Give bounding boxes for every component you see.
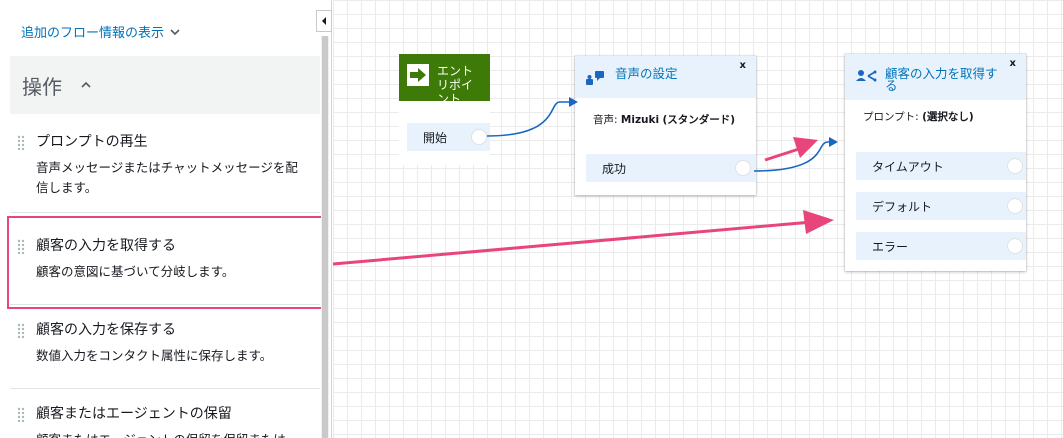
set-voice-node[interactable]: 音声の設定 x 音声: Mizuki (スタンダード) 成功 [575, 56, 756, 195]
chevron-down-icon [170, 28, 180, 35]
drag-handle-icon[interactable] [17, 135, 25, 151]
drag-handle-icon[interactable] [17, 323, 25, 339]
branch-label: エラー [872, 239, 909, 254]
close-icon[interactable]: x [1010, 58, 1016, 69]
node-title-line: る [885, 78, 898, 93]
node-header: 顧客の入力を取得す る x [845, 54, 1026, 100]
entry-point-body: 開始 [399, 101, 490, 165]
flow-info-toggle[interactable]: 追加のフロー情報の表示 [21, 22, 180, 41]
section-header-actions[interactable]: 操作 [10, 56, 320, 114]
voice-settings-icon [586, 71, 604, 85]
voice-engine: (スタンダード) [662, 114, 736, 126]
block-title: プロンプトの再生 [36, 134, 148, 150]
entry-point-node[interactable]: エントリポイント 開始 [399, 54, 490, 165]
branch-label: タイムアウト [872, 159, 944, 174]
collapse-panel-button[interactable] [316, 10, 332, 32]
block-store-customer-input[interactable]: 顧客の入力を保存する 数値入力をコンタクト属性に保存します。 [10, 321, 320, 367]
node-title: 音声の設定 [615, 66, 678, 81]
output-port[interactable] [1007, 238, 1023, 254]
voice-summary: 音声: Mizuki (スタンダード) [593, 112, 735, 127]
chevron-up-icon [81, 81, 91, 88]
prompt-summary: プロンプト: (選択なし) [863, 109, 974, 124]
block-hold-customer-or-agent[interactable]: 顧客またはエージェントの保留 顧客またはエージェントの保留を保留または [10, 405, 320, 438]
branch-error[interactable]: エラー [856, 232, 1026, 260]
branch-default[interactable]: デフォルト [856, 192, 1026, 220]
entry-arrow-icon [407, 64, 429, 86]
section-title: 操作 [22, 74, 62, 99]
customer-input-icon [856, 70, 877, 82]
collapse-left-icon [322, 17, 326, 25]
output-port[interactable] [1007, 158, 1023, 174]
branch-label: デフォルト [872, 199, 933, 214]
close-icon[interactable]: x [740, 60, 746, 71]
voice-label: 音声: [593, 114, 618, 126]
block-title: 顧客の入力を保存する [36, 322, 176, 338]
branch-success[interactable]: 成功 [586, 154, 756, 182]
node-header: 音声の設定 x [575, 56, 756, 98]
node-title: 顧客の入力を取得す る [885, 66, 998, 93]
divider [10, 212, 320, 213]
block-description-line: 信します。 [36, 180, 98, 195]
prompt-value: (選択なし) [922, 111, 974, 123]
block-play-prompt[interactable]: プロンプトの再生 音声メッセージまたはチャットメッセージを配 信します。 [10, 133, 320, 199]
branch-label: 開始 [423, 130, 448, 145]
flow-info-label: 追加のフロー情報の表示 [21, 26, 165, 41]
node-title-line: 顧客の入力を取得す [885, 66, 998, 81]
block-description: 数値入力をコンタクト属性に保存します。 [36, 348, 273, 363]
branch-timeout[interactable]: タイムアウト [856, 152, 1026, 180]
output-port[interactable] [1007, 198, 1023, 214]
divider [10, 388, 320, 389]
output-port[interactable] [471, 129, 487, 145]
branch-label: 成功 [602, 161, 627, 176]
output-port[interactable] [735, 160, 751, 176]
get-customer-input-node[interactable]: 顧客の入力を取得す る x プロンプト: (選択なし) タイムアウト デフォルト… [845, 54, 1026, 271]
annotation-highlight-box [7, 216, 329, 309]
blocks-panel: 追加のフロー情報の表示 操作 プロンプトの再生 音声メッセージまたはチャットメッ… [0, 0, 332, 438]
block-description: 顧客またはエージェントの保留を保留または [36, 428, 320, 438]
prompt-label: プロンプト: [863, 111, 919, 123]
entry-point-header: エントリポイント [399, 54, 490, 101]
block-description: 音声メッセージまたはチャットメッセージを配 信します。 [36, 156, 320, 199]
entry-point-title: エントリポイント [437, 64, 474, 101]
voice-value: Mizuki [620, 114, 660, 126]
block-title: 顧客またはエージェントの保留 [36, 406, 232, 422]
scrollbar-thumb[interactable] [322, 36, 328, 438]
drag-handle-icon[interactable] [17, 407, 25, 423]
